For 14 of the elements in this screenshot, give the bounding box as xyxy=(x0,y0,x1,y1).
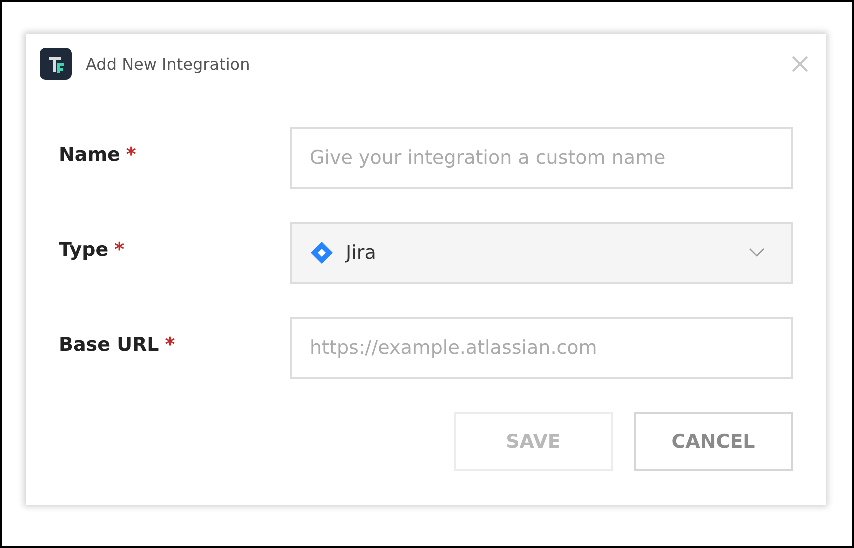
cancel-button[interactable]: CANCEL xyxy=(634,412,793,471)
field-label: Name xyxy=(59,144,120,166)
app-logo-icon xyxy=(40,48,72,80)
diamond-icon xyxy=(310,241,334,265)
type-dropdown[interactable]: Jira xyxy=(290,222,793,284)
required-mark: * xyxy=(165,334,176,356)
required-mark: * xyxy=(114,239,125,261)
text-field[interactable]: Give your integration a custom name xyxy=(290,127,793,189)
dialog-title: Add New Integration xyxy=(86,54,252,74)
chevron-down-icon xyxy=(749,248,765,258)
field-label: Base URL xyxy=(59,334,160,356)
required-mark: * xyxy=(126,144,136,166)
field-label: Type xyxy=(59,239,109,261)
text-field[interactable]: https://example.atlassian.com xyxy=(290,317,793,379)
